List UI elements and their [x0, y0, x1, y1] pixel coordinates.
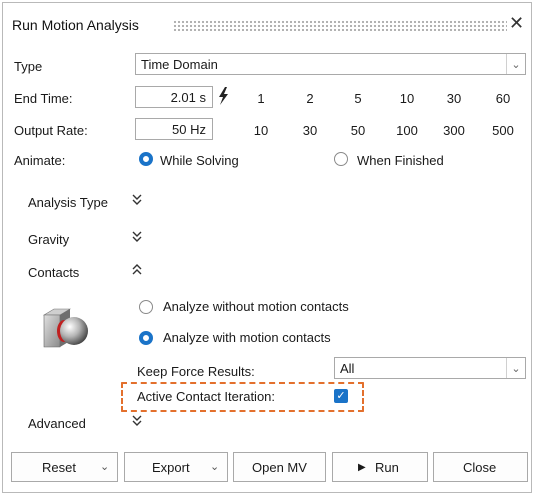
export-button-label: Export [152, 460, 190, 475]
with-contacts-radio[interactable] [139, 331, 153, 345]
end-time-input[interactable]: 2.01 s [135, 86, 213, 108]
end-time-preset-60[interactable]: 60 [488, 91, 518, 106]
chevron-down-icon[interactable]: ⌄ [506, 54, 525, 74]
open-mv-button-label: Open MV [252, 460, 307, 475]
keep-force-select[interactable]: All ⌄ [334, 357, 526, 379]
motion-contact-icon [40, 307, 96, 357]
expand-chevron-icon[interactable] [131, 414, 143, 431]
end-time-label: End Time: [14, 91, 73, 106]
with-contacts-label[interactable]: Analyze with motion contacts [163, 330, 331, 345]
lightning-icon[interactable] [215, 86, 231, 106]
type-label: Type [14, 59, 43, 74]
dialog-title: Run Motion Analysis [12, 17, 139, 33]
output-rate-preset-300[interactable]: 300 [439, 123, 469, 138]
output-rate-preset-500[interactable]: 500 [488, 123, 518, 138]
section-gravity[interactable]: Gravity [28, 232, 69, 247]
end-time-preset-5[interactable]: 5 [343, 91, 373, 106]
reset-button-label: Reset [42, 460, 76, 475]
section-contacts[interactable]: Contacts [28, 265, 79, 280]
without-contacts-radio[interactable] [139, 300, 153, 314]
section-analysis-type[interactable]: Analysis Type [28, 195, 108, 210]
animate-when-finished-radio[interactable] [334, 152, 348, 166]
keep-force-value: All [340, 361, 355, 376]
close-button[interactable]: Close [433, 452, 528, 482]
end-time-preset-30[interactable]: 30 [439, 91, 469, 106]
expand-chevron-icon[interactable] [131, 230, 143, 247]
output-rate-label: Output Rate: [14, 123, 88, 138]
reset-button[interactable]: Reset ⌄ [11, 452, 118, 482]
output-rate-preset-100[interactable]: 100 [392, 123, 422, 138]
chevron-down-icon[interactable]: ⌄ [506, 358, 525, 378]
active-iteration-label: Active Contact Iteration: [137, 389, 276, 404]
end-time-preset-1[interactable]: 1 [246, 91, 276, 106]
run-button[interactable]: ▶ Run [332, 452, 428, 482]
chevron-down-icon[interactable]: ⌄ [100, 460, 109, 473]
type-select[interactable]: Time Domain ⌄ [135, 53, 526, 75]
output-rate-preset-30[interactable]: 30 [295, 123, 325, 138]
active-iteration-checkbox[interactable]: ✓ [334, 389, 348, 403]
end-time-preset-2[interactable]: 2 [295, 91, 325, 106]
animate-while-solving-label[interactable]: While Solving [160, 153, 239, 168]
animate-when-finished-label[interactable]: When Finished [357, 153, 444, 168]
output-rate-input[interactable]: 50 Hz [135, 118, 213, 140]
export-button[interactable]: Export ⌄ [124, 452, 228, 482]
animate-label: Animate: [14, 153, 66, 168]
animate-while-solving-radio[interactable] [139, 152, 153, 166]
output-rate-preset-50[interactable]: 50 [343, 123, 373, 138]
close-button-label: Close [463, 460, 497, 475]
section-advanced[interactable]: Advanced [28, 416, 86, 431]
output-rate-preset-10[interactable]: 10 [246, 123, 276, 138]
without-contacts-label[interactable]: Analyze without motion contacts [163, 299, 349, 314]
type-value: Time Domain [141, 57, 218, 72]
collapse-chevron-icon[interactable] [131, 263, 143, 280]
chevron-down-icon[interactable]: ⌄ [210, 460, 219, 473]
keep-force-label: Keep Force Results: [137, 364, 255, 379]
open-mv-button[interactable]: Open MV [233, 452, 326, 482]
run-button-label: Run [375, 460, 399, 475]
expand-chevron-icon[interactable] [131, 193, 143, 210]
play-icon: ▶ [358, 462, 366, 473]
close-icon[interactable]: ✕ [509, 13, 524, 33]
drag-handle[interactable] [173, 20, 507, 31]
end-time-preset-10[interactable]: 10 [392, 91, 422, 106]
